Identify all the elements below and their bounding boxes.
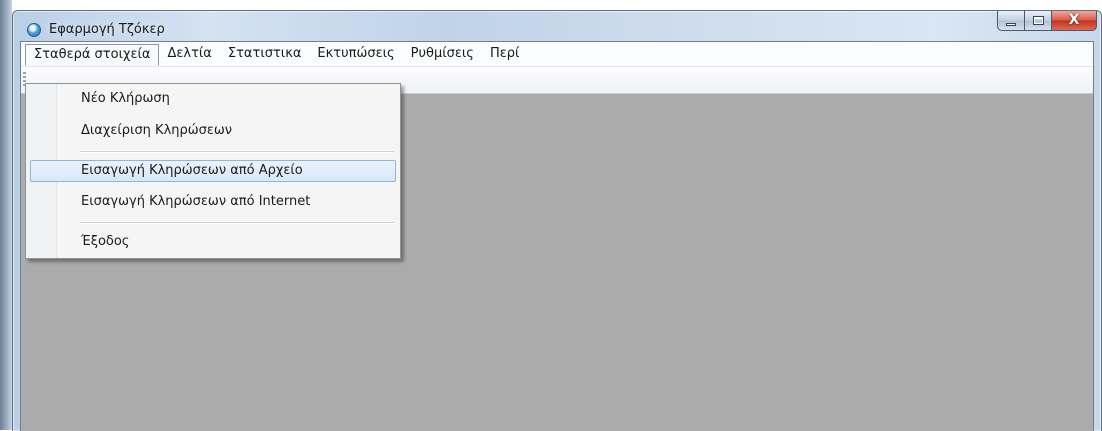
menu-peri[interactable]: Περί bbox=[482, 43, 527, 65]
menu-item-import-from-internet[interactable]: Εισαγωγή Κληρώσεων από Internet bbox=[30, 191, 396, 213]
menu-ektyposeis[interactable]: Εκτυπώσεις bbox=[309, 43, 402, 65]
title-bar[interactable]: Εφαρμογή Τζόκερ X bbox=[13, 11, 1101, 41]
dropdown-separator bbox=[80, 222, 394, 223]
maximize-button[interactable] bbox=[1024, 11, 1051, 31]
menu-stathera-stoixeia[interactable]: Σταθερά στοιχεία bbox=[25, 43, 160, 66]
menu-bar: Σταθερά στοιχεία Δελτία Στατιστικα Εκτυπ… bbox=[21, 42, 1093, 67]
menu-item-exit[interactable]: Έξοδος bbox=[30, 231, 396, 253]
window-controls: X bbox=[997, 11, 1097, 31]
minimize-icon bbox=[1006, 23, 1016, 26]
minimize-button[interactable] bbox=[997, 11, 1024, 31]
menu-deltia[interactable]: Δελτία bbox=[159, 43, 219, 65]
menu-rythmiseis[interactable]: Ρυθμίσεις bbox=[403, 43, 482, 65]
window-title: Εφαρμογή Τζόκερ bbox=[49, 22, 165, 37]
app-globe-icon[interactable] bbox=[27, 23, 41, 37]
desktop-background bbox=[0, 0, 12, 430]
close-icon: X bbox=[1068, 12, 1080, 28]
menu-item-manage-draws[interactable]: Διαχείριση Κληρώσεων bbox=[30, 120, 396, 142]
menu-item-import-from-file[interactable]: Εισαγωγή Κληρώσεων από Αρχείο bbox=[30, 160, 396, 182]
maximize-icon bbox=[1033, 16, 1044, 25]
dropdown-separator bbox=[80, 151, 394, 152]
menu-statistika[interactable]: Στατιστικα bbox=[220, 43, 310, 65]
menu-item-new-draw[interactable]: Νέο Κλήρωση bbox=[30, 88, 396, 110]
dropdown-menu: Νέο Κλήρωση Διαχείριση Κληρώσεων Εισαγωγ… bbox=[25, 83, 401, 259]
close-button[interactable]: X bbox=[1051, 11, 1097, 31]
